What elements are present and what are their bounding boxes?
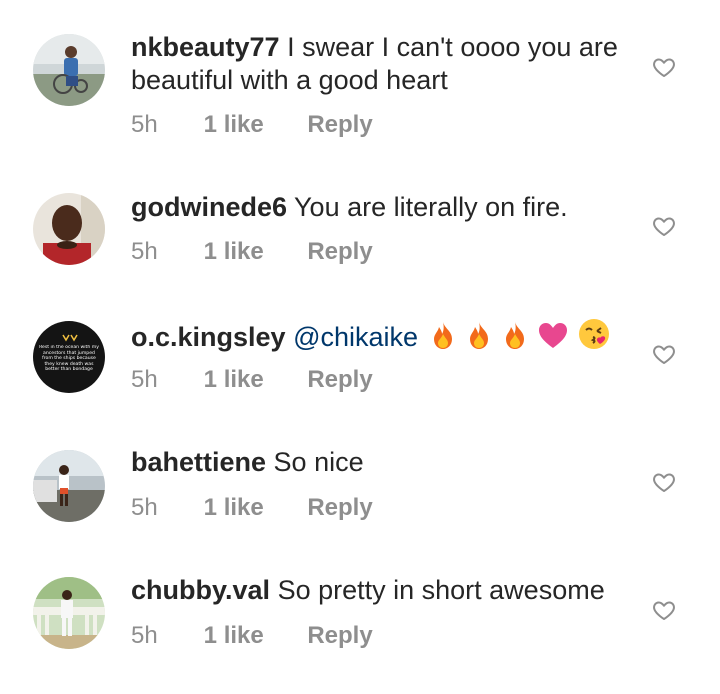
comment-text: So pretty in short awesome <box>277 575 605 605</box>
comment-meta: 5h 1 like Reply <box>131 238 373 266</box>
comment-timestamp: 5h <box>131 622 158 649</box>
comment-text: You are literally on fire. <box>294 192 568 222</box>
comment-meta: 5h 1 like Reply <box>131 622 373 650</box>
avatar[interactable] <box>33 34 105 106</box>
comment-like-count[interactable]: 1 like <box>204 366 301 394</box>
comment-meta: 5h 1 like Reply <box>131 111 373 139</box>
comment-username[interactable]: nkbeauty77 <box>131 32 280 62</box>
avatar-quote-text: Rest in the ocean with my ancestors that… <box>39 345 99 373</box>
avatar[interactable]: Rest in the ocean with my ancestors that… <box>33 321 105 393</box>
comment-username[interactable]: o.c.kingsley <box>131 322 286 352</box>
comment-timestamp: 5h <box>131 366 158 393</box>
comment-body: godwinede6 You are literally on fire. <box>131 191 631 224</box>
heart-icon[interactable] <box>652 55 676 79</box>
comment-like-count[interactable]: 1 like <box>204 494 301 522</box>
reply-button[interactable]: Reply <box>307 366 372 394</box>
avatar[interactable] <box>33 577 105 649</box>
comment-body: chubby.val So pretty in short awesome <box>131 574 631 607</box>
heart-icon[interactable] <box>652 598 676 622</box>
kissing-face-emoji <box>578 318 610 358</box>
heart-icon[interactable] <box>652 342 676 366</box>
mention-link[interactable]: @chikaike <box>293 322 418 352</box>
fire-emoji <box>430 320 456 358</box>
fire-emoji <box>466 320 492 358</box>
reply-button[interactable]: Reply <box>307 622 372 650</box>
comment-like-count[interactable]: 1 like <box>204 238 301 266</box>
comment-timestamp: 5h <box>131 238 158 265</box>
reply-button[interactable]: Reply <box>307 111 372 139</box>
comment-like-count[interactable]: 1 like <box>204 111 301 139</box>
comment-timestamp: 5h <box>131 494 158 521</box>
heart-icon[interactable] <box>652 214 676 238</box>
avatar[interactable] <box>33 450 105 522</box>
heart-icon[interactable] <box>652 470 676 494</box>
reply-button[interactable]: Reply <box>307 494 372 522</box>
comment-username[interactable]: godwinede6 <box>131 192 287 222</box>
comment-body: o.c.kingsley @chikaike <box>131 318 631 358</box>
comment-timestamp: 5h <box>131 111 158 138</box>
comment-body: bahettiene So nice <box>131 446 631 479</box>
comment-username[interactable]: chubby.val <box>131 575 270 605</box>
fire-emoji <box>502 320 528 358</box>
comment-like-count[interactable]: 1 like <box>204 622 301 650</box>
comment-meta: 5h 1 like Reply <box>131 366 373 394</box>
avatar[interactable] <box>33 193 105 265</box>
pink-heart-emoji <box>538 322 568 358</box>
reply-button[interactable]: Reply <box>307 238 372 266</box>
comment-username[interactable]: bahettiene <box>131 447 266 477</box>
comment-text: So nice <box>273 447 364 477</box>
comment-meta: 5h 1 like Reply <box>131 494 373 522</box>
comment-body: nkbeauty77 I swear I can't oooo you are … <box>131 31 631 97</box>
